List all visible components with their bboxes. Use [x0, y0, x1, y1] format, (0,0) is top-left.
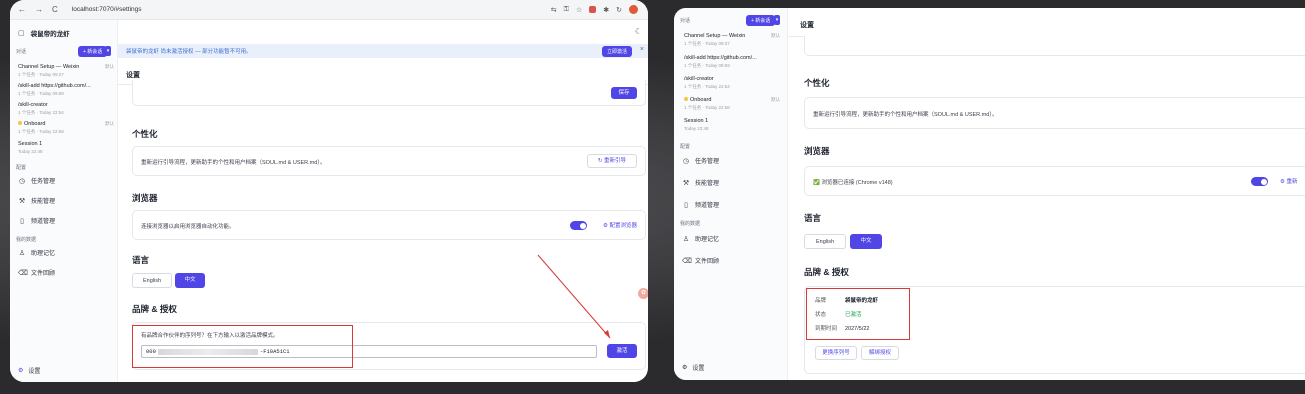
session-item[interactable]: Channel Setup — Weixin 1 个任务 · Today 09:… [18, 64, 114, 78]
session-item[interactable]: Session 1 Today 22:48 [684, 118, 780, 131]
conversations-label: 对话 [680, 18, 691, 24]
new-session-button[interactable]: + 新会话 [78, 46, 108, 57]
session-item[interactable]: /skill-add https://github.com/... 1 个任务 … [18, 83, 114, 97]
annotation-arrow [537, 254, 611, 339]
sidebar: 对话 + 新会话 ▾ Channel Setup — Weixin 1 个任务 … [674, 8, 788, 380]
session-item[interactable]: Channel Setup — Weixin 1 个任务 · Today 09:… [684, 33, 780, 47]
memory-icon: ♙ [682, 235, 690, 243]
back-icon[interactable]: ← [18, 5, 26, 14]
session-item[interactable]: /skill-creator 1 个任务 · Today 22:54 [18, 102, 114, 116]
sidebar-item-memory[interactable]: ♙ 助理记忆 [682, 234, 719, 244]
panel-icon[interactable]: ▢ [18, 29, 25, 37]
personalization-card: 重新运行引导流程，更新助手的个性和用户档案（SOUL.md & USER.md）… [804, 97, 1305, 129]
new-session-dropdown[interactable]: ▾ [105, 46, 111, 56]
sidebar-item-memory[interactable]: ♙ 助理记忆 [18, 248, 55, 258]
key-icon[interactable]: ⚿ [564, 6, 569, 14]
profile-avatar[interactable] [629, 5, 638, 14]
new-session-dropdown[interactable]: ▾ [774, 15, 780, 25]
sidebar-item-channels[interactable]: ▯ 频道管理 [682, 200, 719, 210]
channel-icon: ▯ [684, 201, 688, 209]
channel-icon: ▯ [20, 217, 24, 225]
browser-window-left: ← → C localhost:7070/#settings ⇆ ⚿ ☆ ✱ ↻… [10, 0, 648, 382]
app-title: ▢ 袋鼠帝的龙虾 [18, 29, 70, 38]
puzzle-icon[interactable]: ✱ [603, 6, 609, 14]
address-bar[interactable]: localhost:7070/#settings [72, 6, 142, 13]
config-label: 配置 [680, 144, 691, 150]
sidebar-settings[interactable]: ⚙ 设置 [18, 366, 40, 375]
reload-icon[interactable]: C [52, 5, 58, 14]
main-content: ☾ 袋鼠帝的龙虾 尚未激活授权 — 部分功能暂不可用。 立即激活 × 设置 保存… [118, 20, 648, 382]
config-label: 配置 [16, 165, 27, 171]
sidebar-item-skills[interactable]: ⚒ 技能管理 [18, 196, 55, 206]
task-icon: ◷ [18, 177, 26, 185]
settings-icon: ⚙ [18, 368, 24, 374]
change-serial-button[interactable]: 更换序列号 [815, 346, 857, 360]
skill-icon: ⚒ [682, 179, 690, 187]
sidebar: ▢ 袋鼠帝的龙虾 对话 + 新会话 ▾ Channel Setup — Weix… [10, 20, 118, 382]
forward-icon[interactable]: → [35, 5, 43, 14]
session-item[interactable]: Session 1 Today 22:48 [18, 141, 114, 154]
language-title: 语言 [804, 213, 822, 223]
floating-helper-icon[interactable]: ✿ [638, 288, 648, 299]
session-item[interactable]: Onboard 1 个任务 · Today 22:58 默认 [18, 121, 114, 135]
language-chinese[interactable]: 中文 [850, 234, 882, 249]
browser-toolbar: ← → C localhost:7070/#settings ⇆ ⚿ ☆ ✱ ↻ [10, 0, 648, 20]
skill-icon: ⚒ [18, 197, 26, 205]
settings-icon: ⚙ [682, 365, 688, 371]
brand-title: 品牌 & 授权 [804, 267, 849, 277]
sync-icon[interactable]: ↻ [616, 6, 622, 14]
conversations-label: 对话 [16, 49, 27, 55]
browser-card: ✅ 浏览器已连接 (Chrome v148) ⚙ 重新 [804, 166, 1305, 196]
sidebar-item-tasks[interactable]: ◷ 任务管理 [682, 156, 719, 166]
page-title: 设置 [800, 22, 814, 29]
file-icon: ⌫ [18, 269, 28, 277]
reconnect-browser-link[interactable]: ⚙ 重新 [1280, 177, 1297, 185]
browser-title: 浏览器 [804, 146, 830, 156]
browser-toggle[interactable] [1251, 177, 1268, 186]
file-icon: ⌫ [682, 257, 692, 265]
previous-section-card [804, 36, 1305, 56]
session-item[interactable]: Onboard 1 个任务 · Today 22:58 默认 [684, 97, 780, 111]
session-item[interactable]: /skill-creator 1 个任务 · Today 22:54 [684, 76, 780, 90]
main-content: 设置 个性化 重新运行引导流程，更新助手的个性和用户档案（SOUL.md & U… [788, 8, 1305, 380]
sidebar-item-files[interactable]: ⌫ 文件回顾 [682, 256, 719, 266]
app-window-right: 对话 + 新会话 ▾ Channel Setup — Weixin 1 个任务 … [674, 8, 1305, 380]
my-data-label: 我的数据 [16, 237, 37, 243]
sidebar-item-channels[interactable]: ▯ 频道管理 [18, 216, 55, 226]
personalization-title: 个性化 [804, 78, 830, 88]
session-item[interactable]: /skill-add https://github.com/... 1 个任务 … [684, 55, 780, 69]
sidebar-item-skills[interactable]: ⚒ 技能管理 [682, 178, 719, 188]
language-english[interactable]: English [804, 234, 846, 249]
extension-icon[interactable] [589, 6, 597, 13]
annotation-box [806, 288, 910, 340]
my-data-label: 我的数据 [680, 221, 701, 227]
sidebar-item-tasks[interactable]: ◷ 任务管理 [18, 176, 55, 186]
new-session-button[interactable]: + 新会话 [746, 15, 776, 26]
translate-icon[interactable]: ⇆ [551, 6, 557, 14]
star-icon[interactable]: ☆ [576, 6, 582, 14]
sidebar-settings[interactable]: ⚙ 设置 [682, 363, 704, 372]
unbind-license-button[interactable]: 解绑授权 [861, 346, 899, 360]
sidebar-item-files[interactable]: ⌫ 文件回顾 [18, 268, 55, 278]
memory-icon: ♙ [18, 249, 26, 257]
task-icon: ◷ [682, 157, 690, 165]
